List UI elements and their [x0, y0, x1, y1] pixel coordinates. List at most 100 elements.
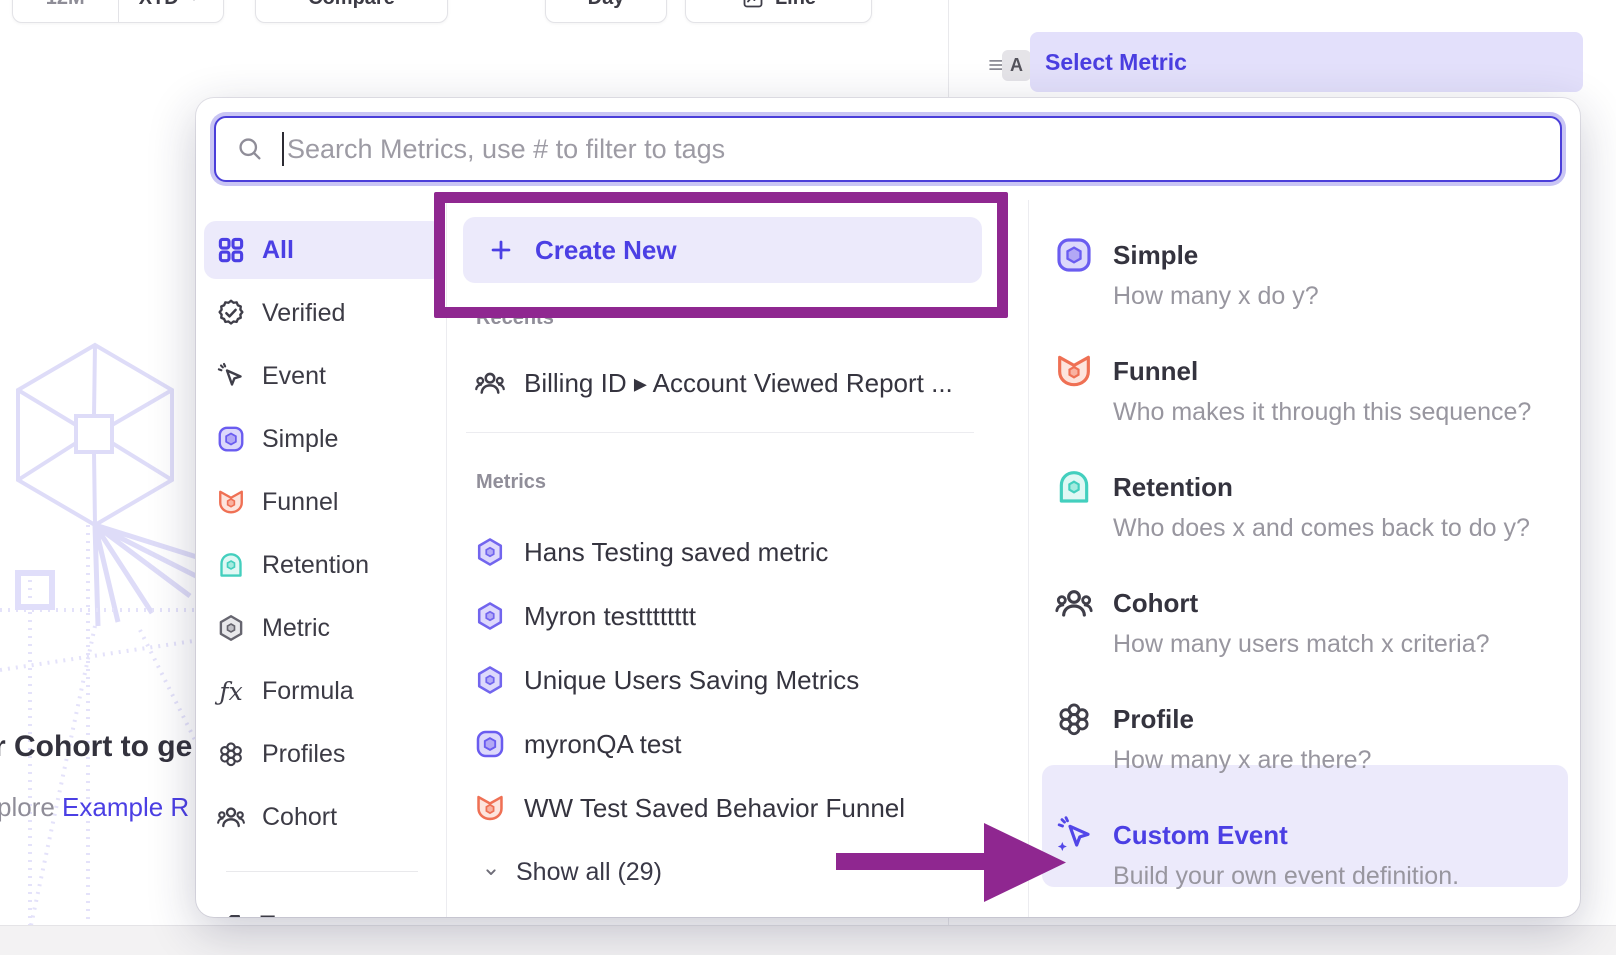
show-all-toggle[interactable]: Show all (29): [480, 846, 662, 898]
sidebar-item-label: Verified: [262, 299, 345, 328]
sidebar-item-tags[interactable]: Tags: [204, 896, 444, 917]
metric-picker-popup: Search Metrics, use # to filter to tags …: [196, 98, 1580, 917]
saved-metric-icon: [474, 536, 506, 568]
background-wireframe-graphic: [0, 330, 200, 930]
empty-state-subtitle: xplore Example R: [0, 792, 189, 823]
empty-state-title-fragment: r Cohort to ge: [0, 730, 192, 764]
simple-metric-icon: [1054, 235, 1094, 275]
sidebar-item-label: Event: [262, 362, 326, 391]
grid-icon: [216, 235, 246, 265]
profiles-flower-icon: [216, 739, 246, 769]
line-chart-icon: [741, 0, 765, 10]
recents-heading: Recents: [476, 307, 554, 330]
date-range-control[interactable]: 12M XTD: [12, 0, 224, 23]
compare-button[interactable]: Compare: [255, 0, 448, 23]
search-focus-ring: Search Metrics, use # to filter to tags: [210, 112, 1566, 186]
range-12m-label: 12M: [46, 0, 85, 10]
type-funnel-description: Who makes it through this sequence?: [1113, 397, 1531, 427]
sidebar-item-label: Simple: [262, 425, 338, 454]
range-xtd-label: XTD: [139, 0, 179, 10]
saved-metric-icon: [474, 664, 506, 696]
type-simple[interactable]: Simple: [1113, 239, 1198, 271]
simple-metric-icon: [216, 424, 246, 454]
create-new-button[interactable]: Create New: [463, 217, 982, 283]
metric-list-item[interactable]: Myron testttttttt: [474, 584, 696, 648]
type-cohort[interactable]: Cohort: [1113, 587, 1198, 619]
sidebar-item-label: Retention: [262, 551, 369, 580]
granularity-button[interactable]: Day: [545, 0, 667, 23]
tag-icon: [216, 911, 244, 917]
sidebar-item-funnel[interactable]: Funnel: [204, 473, 444, 531]
show-all-label: Show all (29): [516, 858, 662, 887]
metric-item-label: Unique Users Saving Metrics: [524, 665, 859, 696]
types-column-divider: [1028, 200, 1029, 917]
formula-fx-icon: ƒx: [216, 677, 246, 706]
verified-seal-icon: [216, 298, 246, 328]
search-placeholder: Search Metrics, use # to filter to tags: [287, 134, 725, 165]
sidebar-item-metric[interactable]: Metric: [204, 599, 444, 657]
recent-item[interactable]: Billing ID ▸ Account Viewed Report ...: [474, 351, 953, 415]
sidebar-item-retention[interactable]: Retention: [204, 536, 444, 594]
recent-item-label: Billing ID ▸ Account Viewed Report ...: [524, 368, 953, 399]
range-xtd-button[interactable]: XTD: [118, 0, 224, 22]
sidebar-item-cohort[interactable]: Cohort: [204, 788, 444, 846]
select-metric-button[interactable]: Select Metric: [1030, 32, 1583, 92]
clause-letter-badge: A: [1002, 50, 1031, 81]
text-caret: [282, 132, 284, 166]
sidebar-item-simple[interactable]: Simple: [204, 410, 444, 468]
retention-icon: [216, 550, 246, 580]
custom-event-cursor-icon: [1054, 815, 1094, 855]
example-reports-link[interactable]: Example R: [62, 792, 189, 822]
metric-list-item[interactable]: WW Test Saved Behavior Funnel: [474, 776, 905, 840]
type-retention[interactable]: Retention: [1113, 471, 1233, 503]
middle-column-divider: [466, 432, 974, 433]
create-new-label: Create New: [535, 235, 677, 266]
sidebar-item-all[interactable]: All: [204, 221, 444, 279]
subtitle-text: xplore: [0, 792, 62, 822]
retention-icon: [1054, 467, 1094, 507]
search-input[interactable]: Search Metrics, use # to filter to tags: [214, 116, 1562, 182]
compare-label: Compare: [308, 0, 395, 10]
clause-letter: A: [1010, 55, 1023, 76]
granularity-label: Day: [588, 0, 625, 10]
type-custom-event[interactable]: Custom Event: [1113, 819, 1288, 851]
metric-list-item[interactable]: Unique Users Saving Metrics: [474, 648, 859, 712]
range-12m-button[interactable]: 12M: [13, 0, 118, 22]
chart-type-label: Line: [775, 0, 816, 10]
funnel-icon: [1054, 351, 1094, 391]
sidebar-item-formula[interactable]: ƒx Formula: [204, 662, 444, 720]
type-custom-event-description: Build your own event definition.: [1113, 861, 1459, 891]
funnel-icon: [216, 487, 246, 517]
metrics-heading: Metrics: [476, 471, 546, 494]
funnel-icon: [474, 792, 506, 824]
sidebar-section-divider: [226, 871, 418, 872]
event-cursor-icon: [216, 361, 246, 391]
chart-type-button[interactable]: Line: [685, 0, 872, 23]
cohort-people-icon: [474, 367, 506, 399]
metric-item-label: WW Test Saved Behavior Funnel: [524, 793, 905, 824]
chevron-down-icon: [480, 861, 502, 883]
sidebar-item-label: Metric: [262, 614, 330, 643]
sidebar-item-label: Profiles: [262, 740, 345, 769]
sidebar-item-verified[interactable]: Verified: [204, 284, 444, 342]
type-retention-description: Who does x and comes back to do y?: [1113, 513, 1530, 543]
sidebar-item-event[interactable]: Event: [204, 347, 444, 405]
metric-list-item[interactable]: Hans Testing saved metric: [474, 520, 828, 584]
sidebar-item-profiles[interactable]: Profiles: [204, 725, 444, 783]
cohort-people-icon: [1054, 583, 1094, 623]
type-cohort-description: How many users match x criteria?: [1113, 629, 1490, 659]
metric-item-label: Hans Testing saved metric: [524, 537, 828, 568]
plus-icon: [487, 236, 515, 264]
type-funnel[interactable]: Funnel: [1113, 355, 1198, 387]
bottom-strip: [0, 925, 1616, 955]
sidebar-divider: [446, 200, 447, 917]
metric-list-item[interactable]: myronQA test: [474, 712, 682, 776]
saved-metric-icon: [474, 600, 506, 632]
profiles-flower-icon: [1054, 699, 1094, 739]
sidebar-item-label: Funnel: [262, 488, 338, 517]
sidebar-item-label: All: [262, 236, 294, 265]
metric-hexagon-icon: [216, 613, 246, 643]
metric-item-label: myronQA test: [524, 729, 682, 760]
type-profile[interactable]: Profile: [1113, 703, 1194, 735]
simple-metric-icon: [474, 728, 506, 760]
